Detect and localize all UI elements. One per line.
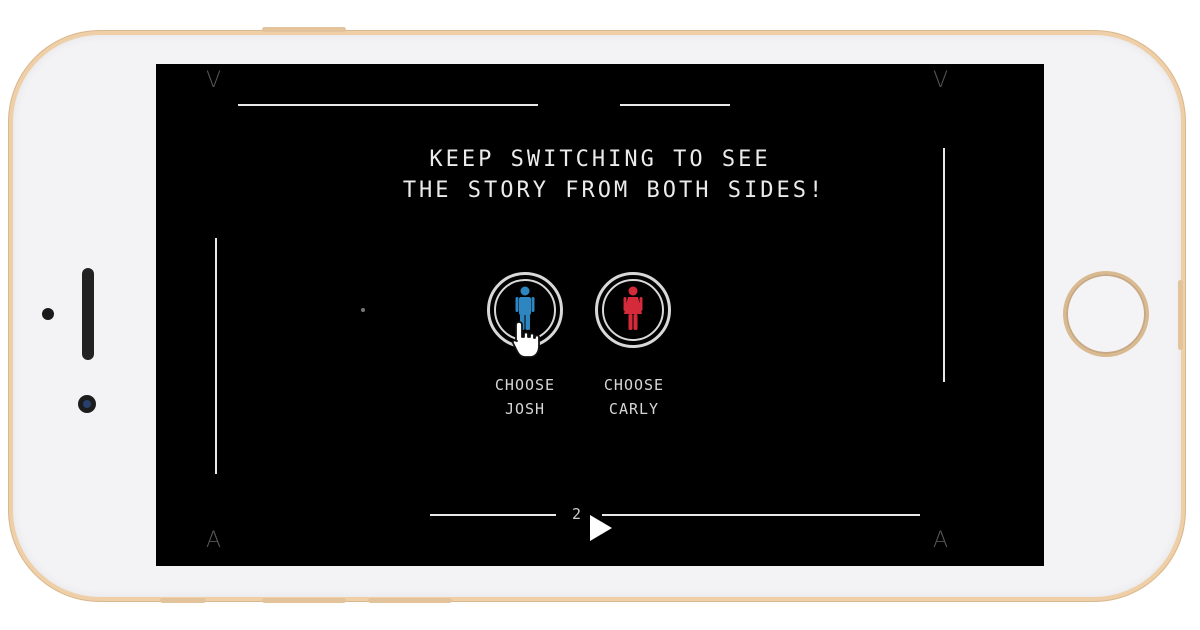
corner-mark-top-right: V bbox=[933, 68, 949, 93]
hand-pointer-icon bbox=[511, 321, 540, 358]
corner-mark-bottom-left: A bbox=[206, 528, 222, 553]
choose-carly-label-line-2: CARLY bbox=[608, 400, 660, 418]
page-number: 2 bbox=[572, 505, 582, 523]
cursor-dot bbox=[361, 308, 365, 312]
volume-up-button bbox=[262, 598, 346, 603]
front-camera-icon bbox=[78, 395, 96, 413]
power-button bbox=[1178, 280, 1183, 350]
frame-line-top-right bbox=[620, 104, 730, 106]
app-screen: V V A A KEEP SWITCHING TO SEE THE STORY … bbox=[156, 64, 1044, 566]
frame-line-left bbox=[215, 238, 217, 474]
frame-line-top-left bbox=[238, 104, 538, 106]
proximity-sensor bbox=[42, 308, 54, 320]
choose-carly-label-line-1: CHOOSE bbox=[603, 376, 665, 394]
ringer-button bbox=[160, 598, 206, 603]
female-figure-icon bbox=[623, 286, 643, 330]
volume-down-button bbox=[368, 598, 452, 603]
headline: KEEP SWITCHING TO SEE THE STORY FROM BOT… bbox=[156, 144, 1044, 206]
frame-line-bottom-right bbox=[602, 514, 920, 516]
mute-switch bbox=[262, 27, 346, 32]
choose-carly-button[interactable] bbox=[595, 272, 671, 348]
earpiece-speaker bbox=[82, 268, 94, 360]
headline-line-1: KEEP SWITCHING TO SEE bbox=[429, 147, 771, 172]
home-button[interactable] bbox=[1063, 271, 1149, 357]
headline-line-2: THE STORY FROM BOTH SIDES! bbox=[402, 178, 826, 203]
corner-mark-bottom-right: A bbox=[933, 528, 949, 553]
corner-mark-top-left: V bbox=[206, 68, 222, 93]
choose-carly-label[interactable]: CHOOSE CARLY bbox=[564, 373, 704, 421]
frame-line-bottom-left bbox=[430, 514, 556, 516]
play-icon[interactable] bbox=[588, 513, 614, 543]
